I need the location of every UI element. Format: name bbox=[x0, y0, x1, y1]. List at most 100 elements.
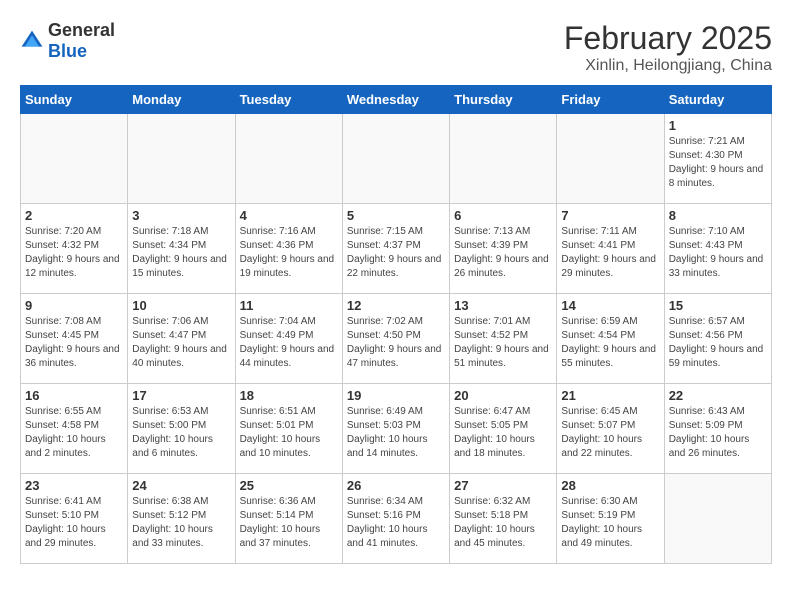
calendar-subtitle: Xinlin, Heilongjiang, China bbox=[564, 57, 772, 75]
day-number: 13 bbox=[454, 298, 552, 313]
day-info: Sunrise: 7:15 AM Sunset: 4:37 PM Dayligh… bbox=[347, 225, 445, 281]
day-number: 1 bbox=[669, 118, 767, 133]
day-info: Sunrise: 6:53 AM Sunset: 5:00 PM Dayligh… bbox=[132, 405, 230, 461]
header-row: Sunday Monday Tuesday Wednesday Thursday… bbox=[21, 86, 772, 114]
table-row bbox=[557, 114, 664, 204]
day-number: 10 bbox=[132, 298, 230, 313]
day-info: Sunrise: 6:32 AM Sunset: 5:18 PM Dayligh… bbox=[454, 495, 552, 551]
table-row: 17 Sunrise: 6:53 AM Sunset: 5:00 PM Dayli… bbox=[128, 384, 235, 474]
day-info: Sunrise: 7:08 AM Sunset: 4:45 PM Dayligh… bbox=[25, 315, 123, 371]
table-row bbox=[235, 114, 342, 204]
table-row: 28 Sunrise: 6:30 AM Sunset: 5:19 PM Dayli… bbox=[557, 474, 664, 564]
day-info: Sunrise: 7:01 AM Sunset: 4:52 PM Dayligh… bbox=[454, 315, 552, 371]
day-info: Sunrise: 7:10 AM Sunset: 4:43 PM Dayligh… bbox=[669, 225, 767, 281]
day-info: Sunrise: 6:36 AM Sunset: 5:14 PM Dayligh… bbox=[240, 495, 338, 551]
table-row: 6Sunrise: 7:13 AM Sunset: 4:39 PM Daylig… bbox=[450, 204, 557, 294]
day-info: Sunrise: 7:16 AM Sunset: 4:36 PM Dayligh… bbox=[240, 225, 338, 281]
day-number: 4 bbox=[240, 208, 338, 223]
day-number: 27 bbox=[454, 478, 552, 493]
week-row-5: 23 Sunrise: 6:41 AM Sunset: 5:10 PM Dayli… bbox=[21, 474, 772, 564]
table-row: 18 Sunrise: 6:51 AM Sunset: 5:01 PM Dayli… bbox=[235, 384, 342, 474]
day-number: 28 bbox=[561, 478, 659, 493]
day-number: 14 bbox=[561, 298, 659, 313]
table-row: 15 Sunrise: 6:57 AM Sunset: 4:56 PM Dayli… bbox=[664, 294, 771, 384]
day-number: 9 bbox=[25, 298, 123, 313]
day-number: 2 bbox=[25, 208, 123, 223]
table-row: 3 Sunrise: 7:18 AM Sunset: 4:34 PM Daylig… bbox=[128, 204, 235, 294]
day-info: Sunrise: 6:49 AM Sunset: 5:03 PM Dayligh… bbox=[347, 405, 445, 461]
table-row: 5 Sunrise: 7:15 AM Sunset: 4:37 PM Daylig… bbox=[342, 204, 449, 294]
table-row: 11 Sunrise: 7:04 AM Sunset: 4:49 PM Dayli… bbox=[235, 294, 342, 384]
logo-text-blue: Blue bbox=[48, 41, 87, 61]
table-row: 14 Sunrise: 6:59 AM Sunset: 4:54 PM Dayli… bbox=[557, 294, 664, 384]
week-row-2: 2 Sunrise: 7:20 AM Sunset: 4:32 PM Daylig… bbox=[21, 204, 772, 294]
day-number: 17 bbox=[132, 388, 230, 403]
day-info: Sunrise: 7:21 AM Sunset: 4:30 PM Dayligh… bbox=[669, 135, 767, 191]
logo-text-general: General bbox=[48, 20, 115, 40]
table-row: 13 Sunrise: 7:01 AM Sunset: 4:52 PM Dayli… bbox=[450, 294, 557, 384]
table-row: 19 Sunrise: 6:49 AM Sunset: 5:03 PM Dayli… bbox=[342, 384, 449, 474]
day-number: 16 bbox=[25, 388, 123, 403]
day-number: 26 bbox=[347, 478, 445, 493]
calendar-title: February 2025 bbox=[564, 20, 772, 57]
table-row bbox=[664, 474, 771, 564]
header-sunday: Sunday bbox=[21, 86, 128, 114]
table-row bbox=[21, 114, 128, 204]
title-block: February 2025 Xinlin, Heilongjiang, Chin… bbox=[564, 20, 772, 75]
day-info: Sunrise: 7:18 AM Sunset: 4:34 PM Dayligh… bbox=[132, 225, 230, 281]
logo: General Blue bbox=[20, 20, 115, 62]
table-row: 25Sunrise: 6:36 AM Sunset: 5:14 PM Dayli… bbox=[235, 474, 342, 564]
day-info: Sunrise: 6:51 AM Sunset: 5:01 PM Dayligh… bbox=[240, 405, 338, 461]
table-row: 16 Sunrise: 6:55 AM Sunset: 4:58 PM Dayli… bbox=[21, 384, 128, 474]
header-thursday: Thursday bbox=[450, 86, 557, 114]
table-row: 22 Sunrise: 6:43 AM Sunset: 5:09 PM Dayli… bbox=[664, 384, 771, 474]
day-info: Sunrise: 7:20 AM Sunset: 4:32 PM Dayligh… bbox=[25, 225, 123, 281]
day-number: 20 bbox=[454, 388, 552, 403]
header-saturday: Saturday bbox=[664, 86, 771, 114]
day-info: Sunrise: 6:38 AM Sunset: 5:12 PM Dayligh… bbox=[132, 495, 230, 551]
table-row: 8 Sunrise: 7:10 AM Sunset: 4:43 PM Daylig… bbox=[664, 204, 771, 294]
day-info: Sunrise: 6:41 AM Sunset: 5:10 PM Dayligh… bbox=[25, 495, 123, 551]
table-row: 26 Sunrise: 6:34 AM Sunset: 5:16 PM Dayli… bbox=[342, 474, 449, 564]
table-row: 9 Sunrise: 7:08 AM Sunset: 4:45 PM Daylig… bbox=[21, 294, 128, 384]
day-info: Sunrise: 6:55 AM Sunset: 4:58 PM Dayligh… bbox=[25, 405, 123, 461]
day-number: 8 bbox=[669, 208, 767, 223]
day-info: Sunrise: 6:59 AM Sunset: 4:54 PM Dayligh… bbox=[561, 315, 659, 371]
day-info: Sunrise: 7:11 AM Sunset: 4:41 PM Dayligh… bbox=[561, 225, 659, 281]
table-row: 24Sunrise: 6:38 AM Sunset: 5:12 PM Dayli… bbox=[128, 474, 235, 564]
table-row: 20 Sunrise: 6:47 AM Sunset: 5:05 PM Dayli… bbox=[450, 384, 557, 474]
day-number: 11 bbox=[240, 298, 338, 313]
table-row: 27 Sunrise: 6:32 AM Sunset: 5:18 PM Dayli… bbox=[450, 474, 557, 564]
day-info: Sunrise: 6:47 AM Sunset: 5:05 PM Dayligh… bbox=[454, 405, 552, 461]
day-number: 23 bbox=[25, 478, 123, 493]
table-row: 4 Sunrise: 7:16 AM Sunset: 4:36 PM Daylig… bbox=[235, 204, 342, 294]
header-wednesday: Wednesday bbox=[342, 86, 449, 114]
table-row: 10Sunrise: 7:06 AM Sunset: 4:47 PM Dayli… bbox=[128, 294, 235, 384]
day-info: Sunrise: 6:34 AM Sunset: 5:16 PM Dayligh… bbox=[347, 495, 445, 551]
header-monday: Monday bbox=[128, 86, 235, 114]
day-number: 7 bbox=[561, 208, 659, 223]
day-number: 22 bbox=[669, 388, 767, 403]
table-row bbox=[128, 114, 235, 204]
table-row: 23 Sunrise: 6:41 AM Sunset: 5:10 PM Dayli… bbox=[21, 474, 128, 564]
table-row: 2 Sunrise: 7:20 AM Sunset: 4:32 PM Daylig… bbox=[21, 204, 128, 294]
day-number: 5 bbox=[347, 208, 445, 223]
day-info: Sunrise: 6:57 AM Sunset: 4:56 PM Dayligh… bbox=[669, 315, 767, 371]
day-number: 21 bbox=[561, 388, 659, 403]
day-info: Sunrise: 7:02 AM Sunset: 4:50 PM Dayligh… bbox=[347, 315, 445, 371]
day-number: 19 bbox=[347, 388, 445, 403]
day-number: 18 bbox=[240, 388, 338, 403]
page-header: General Blue February 2025 Xinlin, Heilo… bbox=[20, 20, 772, 75]
table-row bbox=[342, 114, 449, 204]
week-row-4: 16 Sunrise: 6:55 AM Sunset: 4:58 PM Dayli… bbox=[21, 384, 772, 474]
day-number: 3 bbox=[132, 208, 230, 223]
day-info: Sunrise: 6:43 AM Sunset: 5:09 PM Dayligh… bbox=[669, 405, 767, 461]
header-friday: Friday bbox=[557, 86, 664, 114]
logo-icon bbox=[20, 29, 44, 53]
day-info: Sunrise: 6:45 AM Sunset: 5:07 PM Dayligh… bbox=[561, 405, 659, 461]
day-info: Sunrise: 7:04 AM Sunset: 4:49 PM Dayligh… bbox=[240, 315, 338, 371]
calendar-table: Sunday Monday Tuesday Wednesday Thursday… bbox=[20, 85, 772, 564]
day-number: 15 bbox=[669, 298, 767, 313]
day-info: Sunrise: 6:30 AM Sunset: 5:19 PM Dayligh… bbox=[561, 495, 659, 551]
table-row: 1 Sunrise: 7:21 AM Sunset: 4:30 PM Daylig… bbox=[664, 114, 771, 204]
